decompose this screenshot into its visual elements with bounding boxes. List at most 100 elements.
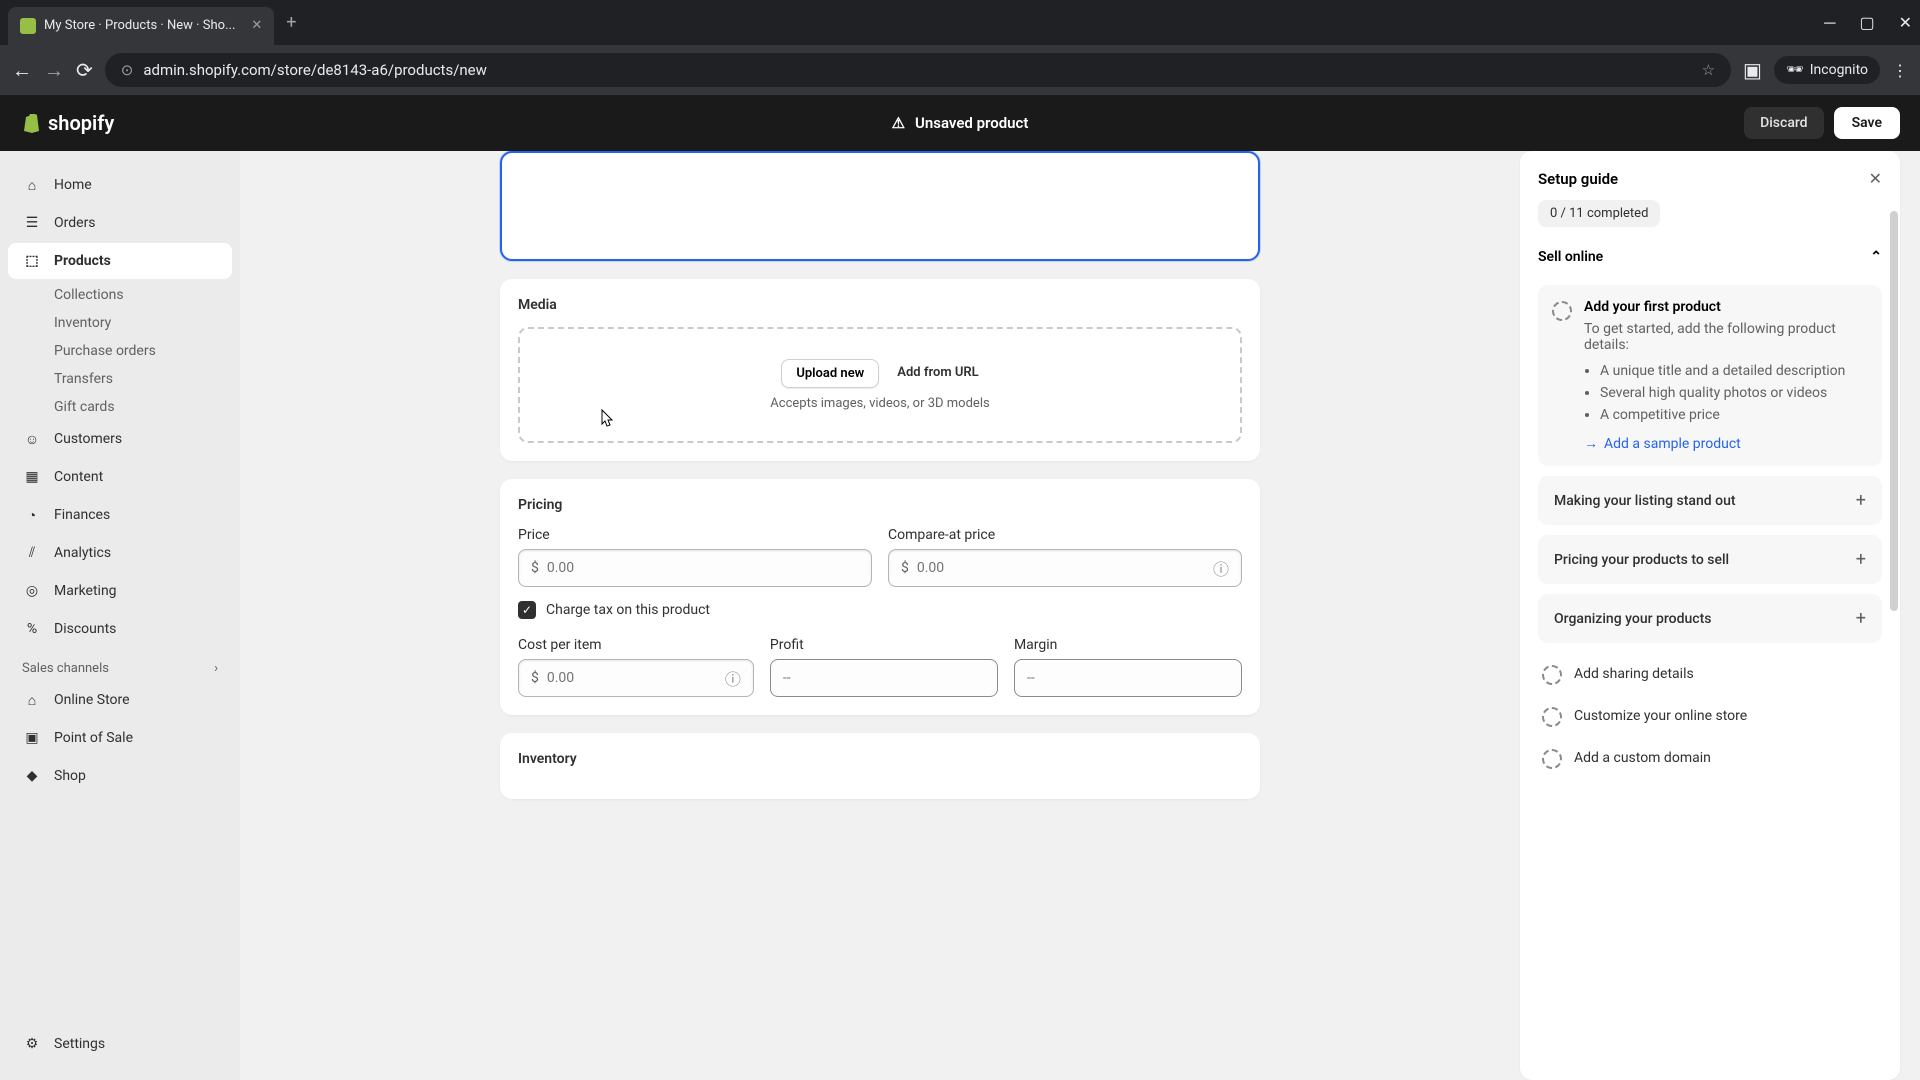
- tab-favicon: [20, 18, 36, 34]
- currency-symbol: $: [531, 670, 539, 686]
- finances-icon: ◔: [22, 505, 42, 525]
- incognito-badge[interactable]: 🕶 Incognito: [1774, 56, 1880, 84]
- sidebar-item-online-store[interactable]: ⌂ Online Store: [8, 682, 232, 718]
- currency-symbol: $: [901, 560, 909, 576]
- task-custom-domain[interactable]: Add a custom domain: [1538, 737, 1882, 779]
- sidebar-item-marketing[interactable]: ◎ Marketing: [8, 573, 232, 609]
- shopify-icon: [20, 111, 44, 135]
- browser-tab[interactable]: My Store · Products · New · Sho... ✕: [8, 7, 274, 45]
- lock-icon: ⊙: [121, 61, 134, 79]
- sidebar-item-orders[interactable]: ☰ Orders: [8, 205, 232, 241]
- forward-button[interactable]: →: [44, 58, 64, 83]
- price-input[interactable]: [547, 560, 859, 576]
- plus-icon: +: [1856, 608, 1866, 629]
- status-banner: ⚠ Unsaved product: [892, 114, 1029, 132]
- nav-label: Orders: [54, 215, 96, 231]
- tax-label: Charge tax on this product: [546, 602, 710, 618]
- section-label: Sell online: [1538, 249, 1603, 265]
- sidebar-item-pos[interactable]: ▣ Point of Sale: [8, 720, 232, 756]
- task-add-first-product[interactable]: Add your first product To get started, a…: [1538, 285, 1882, 466]
- incognito-icon: 🕶: [1786, 62, 1804, 78]
- pricing-title: Pricing: [518, 497, 1242, 513]
- link-label: Add a sample product: [1604, 436, 1741, 452]
- orders-icon: ☰: [22, 213, 42, 233]
- compare-price-input-wrapper[interactable]: $ ⓘ: [888, 549, 1242, 587]
- sidebar-item-content[interactable]: ▦ Content: [8, 459, 232, 495]
- content-icon: ▦: [22, 467, 42, 487]
- url-bar[interactable]: ⊙ admin.shopify.com/store/de8143-a6/prod…: [105, 53, 1731, 87]
- task-pricing-products[interactable]: Pricing your products to sell +: [1538, 535, 1882, 584]
- price-label: Price: [518, 527, 872, 543]
- side-panel-icon[interactable]: ▣: [1743, 58, 1762, 82]
- discard-button[interactable]: Discard: [1744, 107, 1823, 139]
- nav-label: Settings: [54, 1036, 105, 1052]
- tab-close-icon[interactable]: ✕: [251, 18, 262, 33]
- setup-close-icon[interactable]: ✕: [1869, 169, 1882, 188]
- task-customize-store[interactable]: Customize your online store: [1538, 695, 1882, 737]
- maximize-icon[interactable]: ▢: [1859, 13, 1874, 33]
- compare-price-input[interactable]: [917, 560, 1213, 576]
- media-title: Media: [518, 297, 1242, 313]
- task-sharing-details[interactable]: Add sharing details: [1538, 653, 1882, 695]
- bookmark-icon[interactable]: ☆: [1702, 61, 1715, 79]
- sidebar-item-shop[interactable]: ◆ Shop: [8, 758, 232, 794]
- nav-label: Marketing: [54, 583, 117, 599]
- sales-channels-header[interactable]: Sales channels ›: [8, 649, 232, 682]
- close-window-icon[interactable]: ✕: [1899, 13, 1912, 33]
- media-dropzone[interactable]: Upload new Add from URL Accepts images, …: [518, 327, 1242, 443]
- inventory-card: Inventory: [500, 733, 1260, 799]
- sidebar-item-finances[interactable]: ◔ Finances: [8, 497, 232, 533]
- nav-label: Online Store: [54, 692, 130, 708]
- new-tab-button[interactable]: +: [286, 12, 296, 33]
- nav-label: Products: [54, 253, 111, 269]
- help-icon[interactable]: ⓘ: [1213, 556, 1229, 580]
- sidebar-item-home[interactable]: ⌂ Home: [8, 167, 232, 203]
- sidebar-item-customers[interactable]: ☺ Customers: [8, 421, 232, 457]
- shopify-logo[interactable]: shopify: [20, 111, 114, 135]
- upload-new-button[interactable]: Upload new: [781, 359, 879, 388]
- sidebar-item-settings[interactable]: ⚙ Settings: [8, 1026, 232, 1062]
- browser-menu-icon[interactable]: ⋮: [1892, 61, 1908, 80]
- cost-input-wrapper[interactable]: $ ⓘ: [518, 659, 754, 697]
- sidebar: ⌂ Home ☰ Orders ⬚ Products Collections I…: [0, 151, 240, 1080]
- cost-label: Cost per item: [518, 637, 754, 653]
- task-label: Add a custom domain: [1574, 750, 1711, 766]
- sidebar-item-discounts[interactable]: % Discounts: [8, 611, 232, 647]
- add-from-url-button[interactable]: Add from URL: [897, 359, 978, 388]
- compare-price-label: Compare-at price: [888, 527, 1242, 543]
- task-item: A unique title and a detailed descriptio…: [1600, 363, 1868, 379]
- back-button[interactable]: ←: [12, 58, 32, 83]
- task-listing-stand-out[interactable]: Making your listing stand out +: [1538, 476, 1882, 525]
- task-organizing-products[interactable]: Organizing your products +: [1538, 594, 1882, 643]
- cost-input[interactable]: [547, 670, 725, 686]
- price-input-wrapper[interactable]: $: [518, 549, 872, 587]
- tax-checkbox[interactable]: ✓: [518, 601, 536, 619]
- scrollbar[interactable]: [1890, 211, 1898, 611]
- sidebar-item-transfers[interactable]: Transfers: [8, 365, 232, 393]
- description-editor[interactable]: [500, 151, 1260, 261]
- task-label: Add sharing details: [1574, 666, 1694, 682]
- incognito-label: Incognito: [1810, 62, 1868, 78]
- sidebar-item-analytics[interactable]: ⫽ Analytics: [8, 535, 232, 571]
- save-button[interactable]: Save: [1834, 107, 1900, 139]
- sidebar-item-products[interactable]: ⬚ Products: [8, 243, 232, 279]
- url-text: admin.shopify.com/store/de8143-a6/produc…: [143, 61, 487, 79]
- add-sample-product-link[interactable]: → Add a sample product: [1584, 435, 1868, 452]
- warning-icon: ⚠: [892, 114, 905, 132]
- minimize-icon[interactable]: ─: [1824, 13, 1835, 33]
- sidebar-item-gift-cards[interactable]: Gift cards: [8, 393, 232, 421]
- sell-online-section[interactable]: Sell online ⌃: [1538, 245, 1882, 269]
- task-circle-icon: [1542, 749, 1562, 769]
- sidebar-item-inventory[interactable]: Inventory: [8, 309, 232, 337]
- task-description: To get started, add the following produc…: [1584, 321, 1868, 353]
- sidebar-item-collections[interactable]: Collections: [8, 281, 232, 309]
- task-label: Pricing your products to sell: [1554, 552, 1729, 568]
- task-circle-icon: [1552, 301, 1572, 321]
- margin-label: Margin: [1014, 637, 1242, 653]
- chevron-right-icon: ›: [214, 661, 218, 676]
- help-icon[interactable]: ⓘ: [725, 666, 741, 690]
- sidebar-item-purchase-orders[interactable]: Purchase orders: [8, 337, 232, 365]
- setup-progress: 0 / 11 completed: [1538, 200, 1660, 227]
- reload-button[interactable]: ⟳: [76, 58, 93, 82]
- nav-label: Discounts: [54, 621, 116, 637]
